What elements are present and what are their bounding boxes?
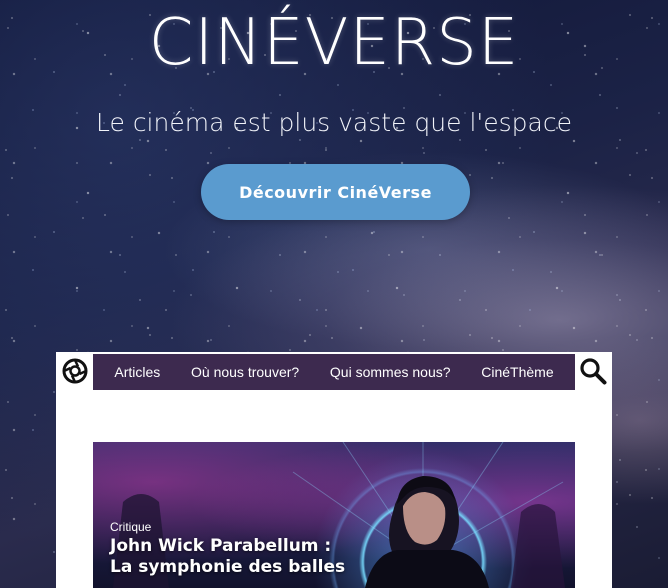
nav-item-about-us[interactable]: Qui sommes nous? — [330, 364, 451, 380]
nav-item-articles[interactable]: Articles — [114, 364, 160, 380]
discover-button[interactable]: Découvrir CinéVerse — [201, 164, 470, 220]
content-panel: Articles Où nous trouver? Qui sommes nou… — [56, 352, 612, 588]
article-title[interactable]: John Wick Parabellum : La symphonie des … — [110, 536, 370, 578]
article-title-line: La symphonie des balles — [110, 557, 346, 577]
featured-article-text: Critique John Wick Parabellum : La symph… — [110, 520, 370, 578]
featured-article-card[interactable]: Critique John Wick Parabellum : La symph… — [93, 442, 575, 588]
logo-icon[interactable] — [62, 358, 88, 384]
article-title-line: John Wick Parabellum : — [110, 536, 332, 556]
article-category: Critique — [110, 520, 152, 534]
site-tagline: Le cinéma est plus vaste que l'espace — [96, 108, 572, 137]
site-title: CINÉVERSE — [148, 6, 520, 80]
nav-item-find-us[interactable]: Où nous trouver? — [191, 364, 299, 380]
search-icon[interactable] — [579, 357, 607, 385]
main-navigation: Articles Où nous trouver? Qui sommes nou… — [93, 354, 575, 390]
nav-item-cinetheme[interactable]: CinéThème — [481, 364, 553, 380]
